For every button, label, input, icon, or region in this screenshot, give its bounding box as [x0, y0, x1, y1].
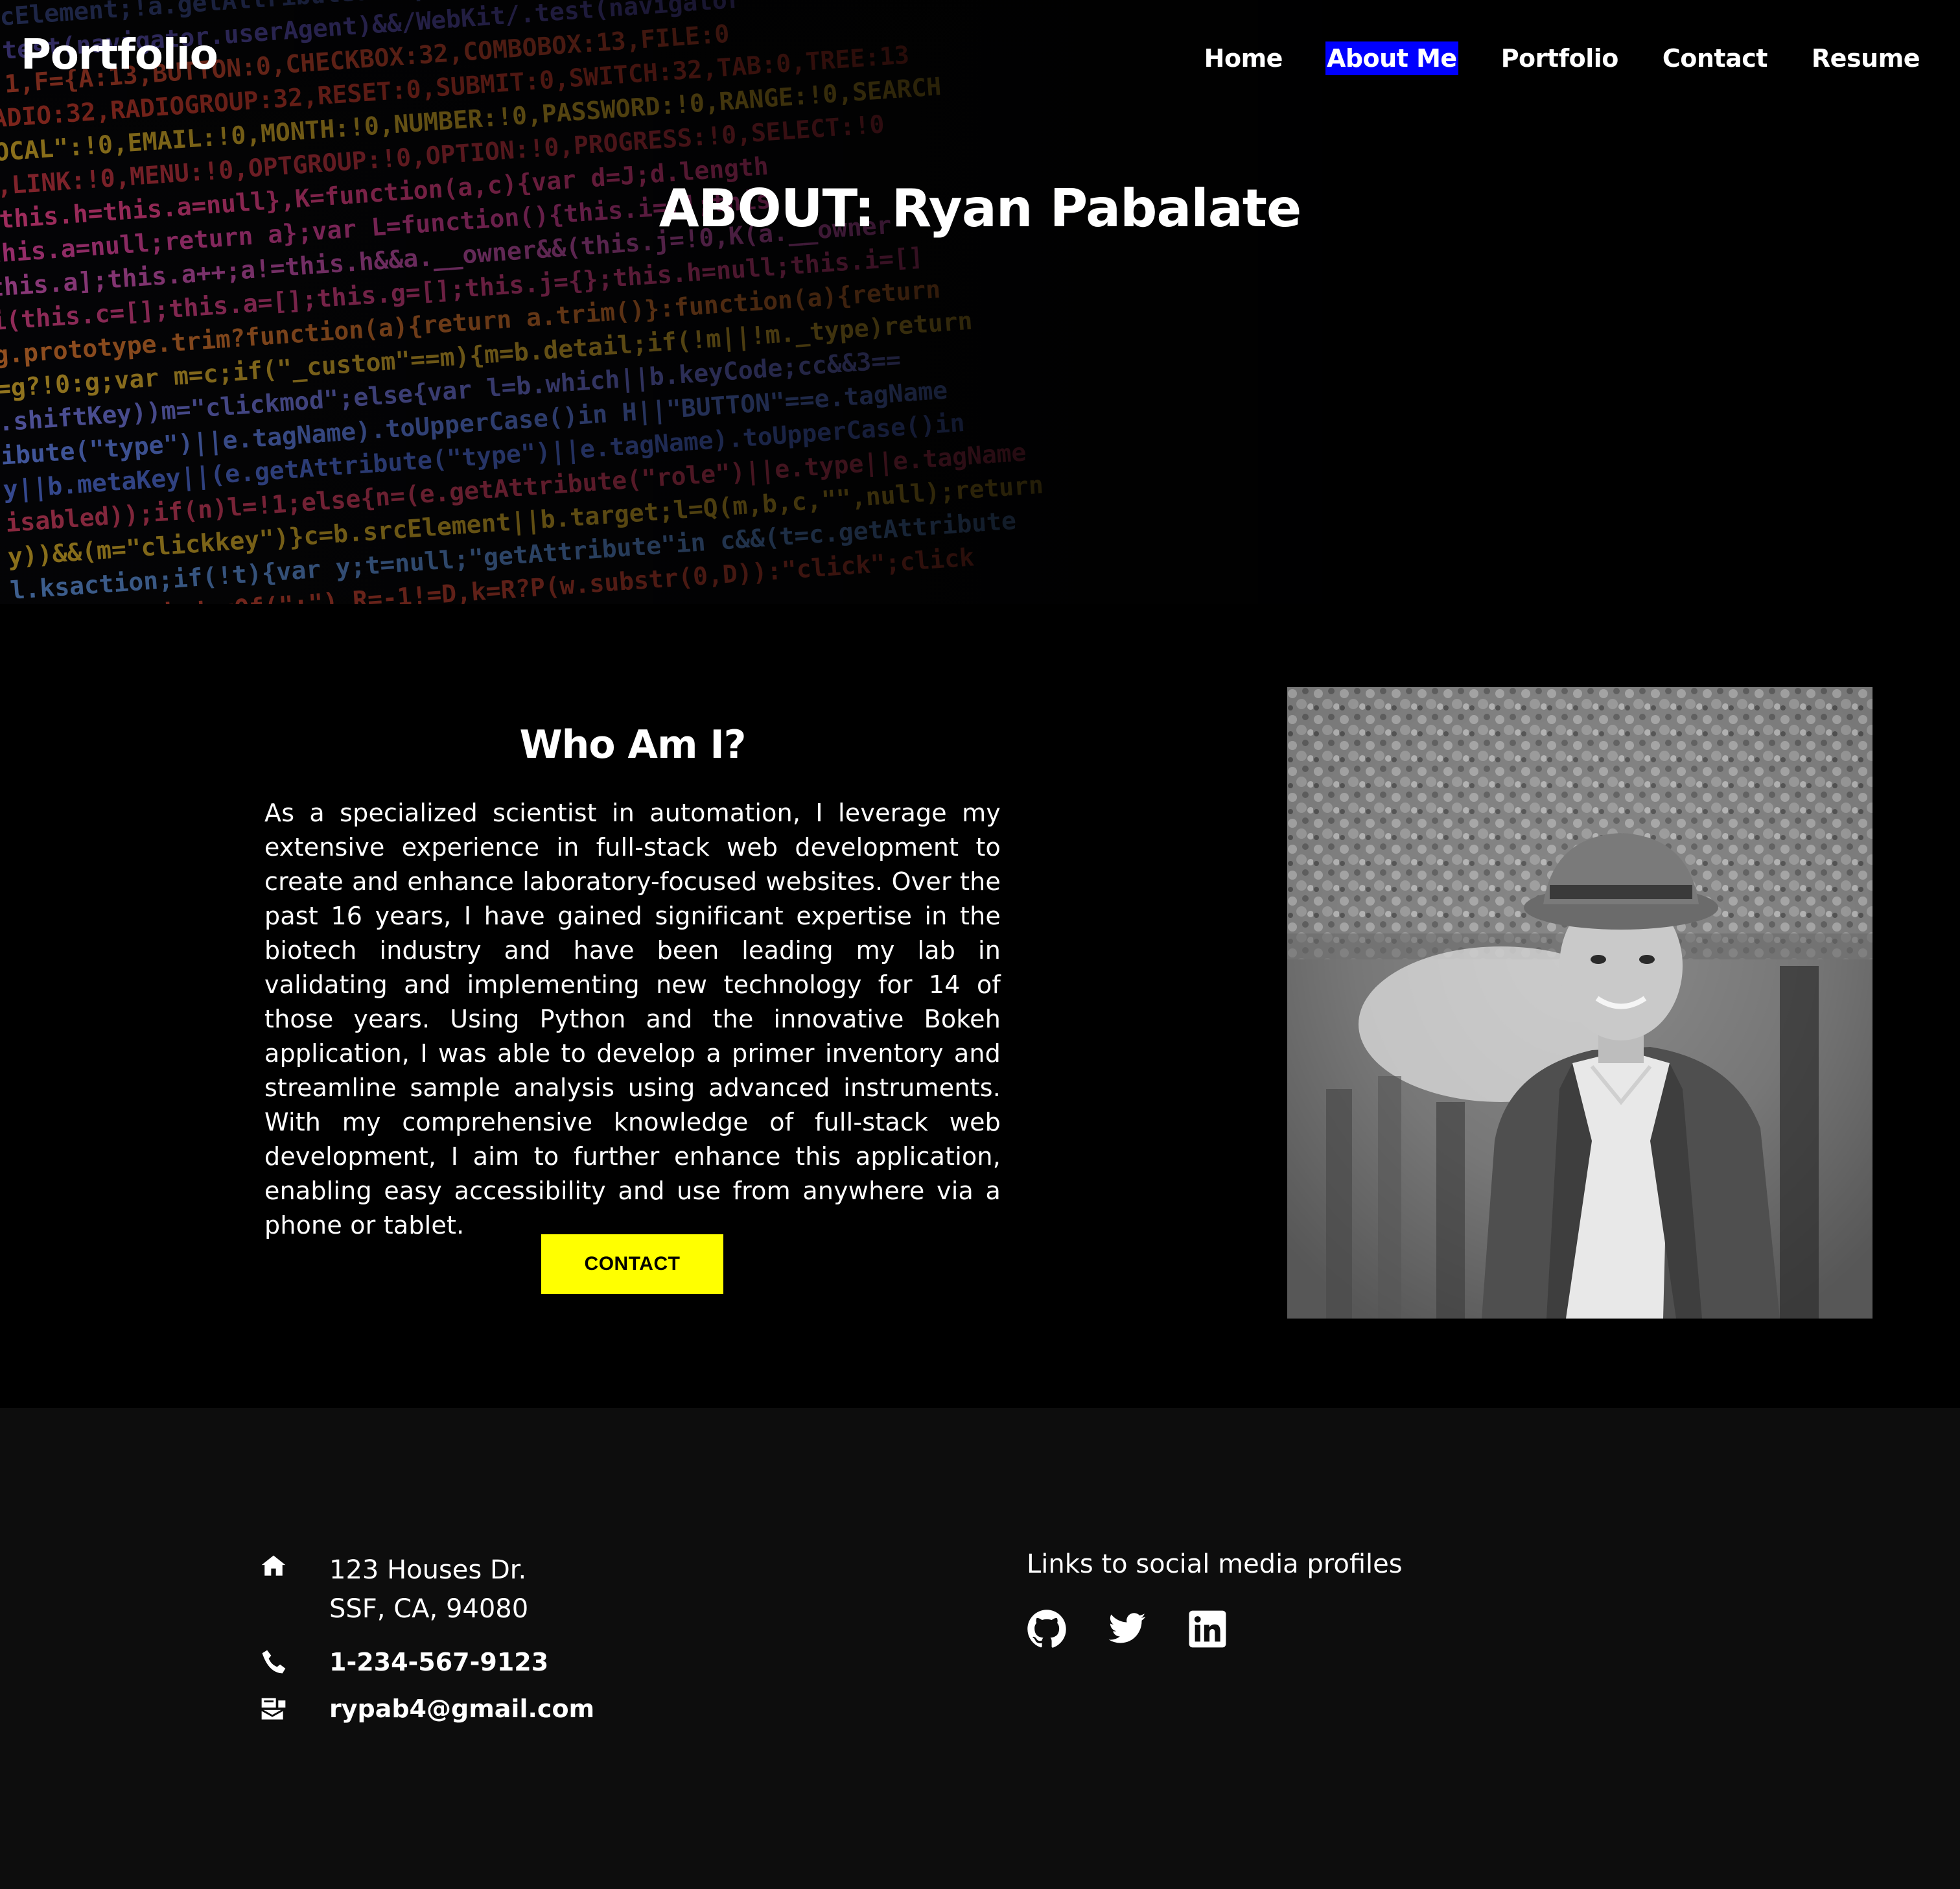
phone-icon — [262, 1650, 286, 1674]
mail-icon — [261, 1698, 286, 1720]
home-icon — [261, 1555, 286, 1576]
twitter-icon[interactable] — [1107, 1609, 1147, 1649]
linkedin-icon[interactable] — [1187, 1609, 1228, 1649]
nav-about-me[interactable]: About Me — [1325, 41, 1458, 75]
phone-number[interactable]: 1-234-567-9123 — [329, 1643, 548, 1682]
nav-portfolio[interactable]: Portfolio — [1500, 41, 1620, 75]
address-line-2: SSF, CA, 94080 — [329, 1594, 529, 1624]
profile-photo — [1287, 687, 1872, 1319]
main-nav: Home About Me Portfolio Contact Resume — [1203, 41, 1921, 75]
email-address[interactable]: rypab4@gmail.com — [329, 1689, 594, 1728]
footer: 123 Houses Dr. SSF, CA, 94080 1-234-567-… — [0, 1408, 1960, 1889]
nav-contact[interactable]: Contact — [1661, 41, 1769, 75]
hero-banner: srcElement;!a.getAttribute&&a.parentNode… — [0, 0, 1960, 604]
nav-resume[interactable]: Resume — [1810, 41, 1921, 75]
hero-overlay-top — [0, 0, 1960, 604]
about-bio: As a specialized scientist in automation… — [264, 799, 1001, 1239]
about-heading: Who Am I? — [519, 722, 747, 768]
contact-button[interactable]: CONTACT — [541, 1234, 723, 1294]
nav-home[interactable]: Home — [1203, 41, 1284, 75]
social-heading: Links to social media profiles — [1027, 1549, 1403, 1579]
about-section: Who Am I? As a specialized scientist in … — [0, 604, 1960, 1408]
brand-logo[interactable]: Portfolio — [21, 31, 218, 79]
profile-photo-illustration — [1287, 687, 1872, 1319]
page-title: ABOUT: Ryan Pabalate — [659, 178, 1301, 239]
address-line-1: 123 Houses Dr. — [329, 1555, 527, 1585]
github-icon[interactable] — [1027, 1609, 1067, 1649]
